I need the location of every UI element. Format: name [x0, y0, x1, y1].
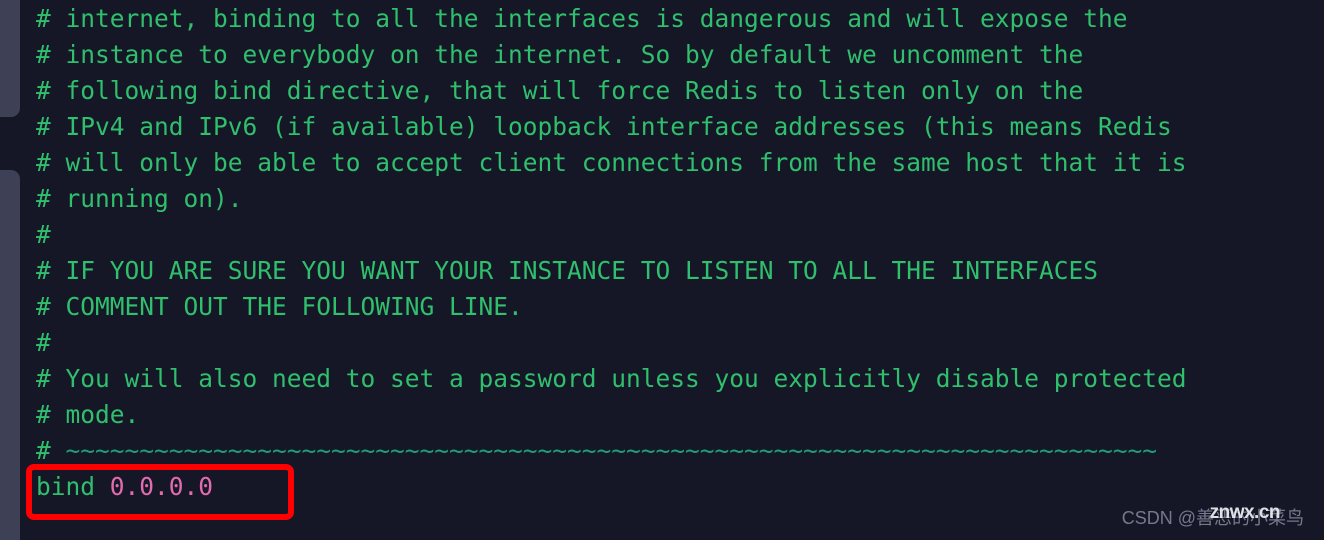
tilde-run: ~~~~~~~~~~~~~~~~~~~~~~~~~~~~~~~~~~~~~~~~…: [65, 436, 1158, 465]
code-line: # will only be able to accept client con…: [36, 148, 1187, 177]
code-line: #: [36, 328, 51, 357]
code-editor-window: # internet, binding to all the interface…: [0, 0, 1324, 540]
code-line: #: [36, 220, 51, 249]
code-line-bind-directive[interactable]: bind 0.0.0.0: [36, 469, 213, 505]
bind-value: 0.0.0.0: [109, 472, 214, 501]
code-line: # instance to everybody on the internet.…: [36, 40, 1084, 69]
code-line: # following bind directive, that will fo…: [36, 76, 1084, 105]
site-watermark: znwx.cn: [1209, 502, 1281, 523]
comment-hash: #: [36, 436, 66, 465]
code-line-tilde-separator: # ~~~~~~~~~~~~~~~~~~~~~~~~~~~~~~~~~~~~~~…: [36, 433, 1157, 469]
left-gutter: [0, 0, 26, 540]
code-line: # You will also need to set a password u…: [36, 364, 1187, 393]
code-line: # internet, binding to all the interface…: [36, 4, 1128, 33]
code-line: # mode.: [36, 400, 140, 429]
code-line: # COMMENT OUT THE FOLLOWING LINE.: [36, 292, 523, 321]
code-content-area[interactable]: # internet, binding to all the interface…: [0, 0, 1324, 540]
code-line: # running on).: [36, 184, 243, 213]
code-line: # IF YOU ARE SURE YOU WANT YOUR INSTANCE…: [36, 256, 1099, 285]
bind-keyword: bind: [36, 472, 96, 501]
scrollbar-thumb-lower[interactable]: [0, 170, 20, 540]
scrollbar-thumb-upper[interactable]: [0, 0, 20, 117]
code-line: # IPv4 and IPv6 (if available) loopback …: [36, 112, 1172, 141]
